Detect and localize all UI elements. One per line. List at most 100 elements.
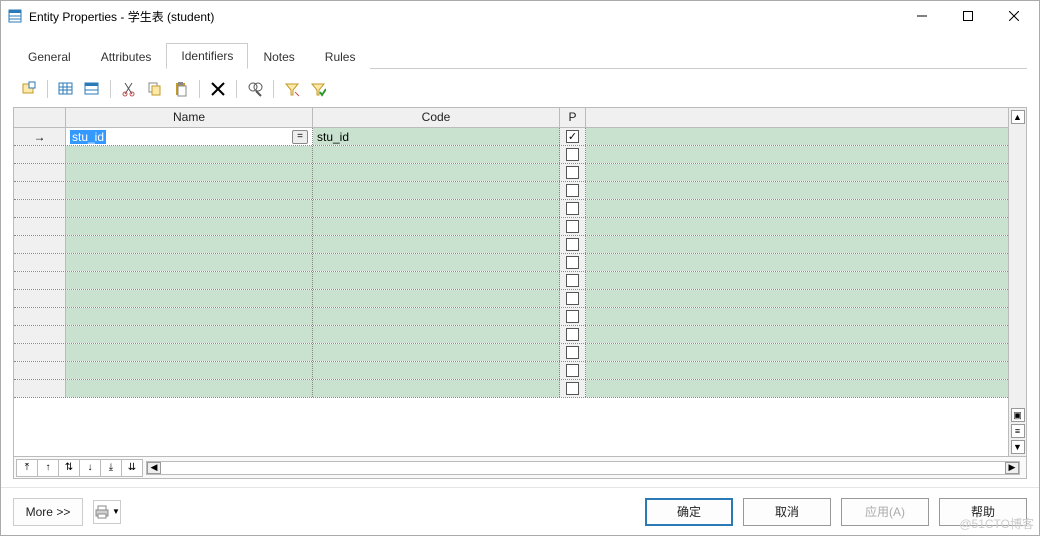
row-indicator[interactable] (14, 344, 66, 361)
cell-p[interactable] (560, 218, 586, 235)
tab-general[interactable]: General (13, 44, 86, 69)
cell-code[interactable] (313, 254, 560, 271)
row-indicator[interactable] (14, 200, 66, 217)
cell-name[interactable] (66, 200, 313, 217)
tab-identifiers[interactable]: Identifiers (166, 43, 248, 69)
table-row[interactable] (14, 200, 1008, 218)
nav-up-icon[interactable]: ↑ (37, 459, 59, 477)
cell-name[interactable] (66, 164, 313, 181)
primary-checkbox[interactable] (566, 292, 579, 305)
cell-code[interactable] (313, 236, 560, 253)
nav-swap-icon[interactable]: ⇅ (58, 459, 80, 477)
cell-p[interactable] (560, 290, 586, 307)
cell-name[interactable] (66, 182, 313, 199)
row-indicator[interactable] (14, 362, 66, 379)
scroll-down-icon[interactable]: ▼ (1011, 440, 1025, 454)
cell-name[interactable]: stu_id = (66, 128, 313, 145)
cell-name[interactable] (66, 362, 313, 379)
nav-last-icon[interactable]: ⤓ (100, 459, 122, 477)
cell-p[interactable] (560, 362, 586, 379)
row-indicator[interactable] (14, 128, 66, 145)
table-row[interactable] (14, 344, 1008, 362)
table-row[interactable] (14, 164, 1008, 182)
vertical-scrollbar[interactable]: ▲ ▣ ≡ ▼ (1008, 108, 1026, 456)
cancel-button[interactable]: 取消 (743, 498, 831, 526)
cell-code[interactable] (313, 218, 560, 235)
row-indicator[interactable] (14, 308, 66, 325)
primary-checkbox[interactable] (566, 256, 579, 269)
table-row[interactable] (14, 380, 1008, 398)
header-rownum[interactable] (14, 108, 66, 127)
grid-body[interactable]: stu_id = stu_id (14, 128, 1008, 456)
horizontal-scrollbar[interactable]: ◀ ▶ (146, 461, 1020, 475)
primary-checkbox[interactable] (566, 148, 579, 161)
cell-p[interactable] (560, 146, 586, 163)
help-button[interactable]: 帮助 (939, 498, 1027, 526)
cell-code[interactable] (313, 200, 560, 217)
row-indicator[interactable] (14, 218, 66, 235)
filter-apply-icon[interactable] (308, 79, 328, 99)
nav-end-icon[interactable]: ⇊ (121, 459, 143, 477)
tab-attributes[interactable]: Attributes (86, 44, 167, 69)
table-row[interactable] (14, 272, 1008, 290)
row-indicator[interactable] (14, 290, 66, 307)
filter-icon[interactable] (282, 79, 302, 99)
cell-name[interactable] (66, 290, 313, 307)
primary-checkbox[interactable] (566, 130, 579, 143)
find-icon[interactable] (245, 79, 265, 99)
cell-code[interactable]: stu_id (313, 128, 560, 145)
primary-checkbox[interactable] (566, 220, 579, 233)
primary-checkbox[interactable] (566, 166, 579, 179)
table-row[interactable] (14, 236, 1008, 254)
table-row[interactable] (14, 326, 1008, 344)
cell-code[interactable] (313, 146, 560, 163)
cell-code[interactable] (313, 182, 560, 199)
row-indicator[interactable] (14, 272, 66, 289)
more-button[interactable]: More >> (13, 498, 83, 526)
hscroll-left-icon[interactable]: ◀ (147, 462, 161, 474)
ok-button[interactable]: 确定 (645, 498, 733, 526)
cell-p[interactable] (560, 164, 586, 181)
maximize-button[interactable] (945, 1, 991, 31)
grid2-icon[interactable] (82, 79, 102, 99)
cell-p[interactable] (560, 272, 586, 289)
scroll-special-icon[interactable]: ≡ (1011, 424, 1025, 438)
cell-p[interactable] (560, 380, 586, 397)
cell-p[interactable] (560, 344, 586, 361)
cell-p[interactable] (560, 128, 586, 145)
properties-icon[interactable] (19, 79, 39, 99)
nav-down-icon[interactable]: ↓ (79, 459, 101, 477)
primary-checkbox[interactable] (566, 238, 579, 251)
row-indicator[interactable] (14, 236, 66, 253)
cell-code[interactable] (313, 290, 560, 307)
paste-icon[interactable] (171, 79, 191, 99)
cell-name[interactable] (66, 344, 313, 361)
row-indicator[interactable] (14, 182, 66, 199)
cell-name-text[interactable]: stu_id (70, 130, 106, 144)
row-indicator[interactable] (14, 164, 66, 181)
cell-p[interactable] (560, 236, 586, 253)
header-code[interactable]: Code (313, 108, 560, 127)
scroll-maximize-icon[interactable]: ▣ (1011, 408, 1025, 422)
close-button[interactable] (991, 1, 1037, 31)
grid-icon[interactable] (56, 79, 76, 99)
cut-icon[interactable] (119, 79, 139, 99)
nav-first-icon[interactable]: ⤒ (16, 459, 38, 477)
table-row[interactable] (14, 308, 1008, 326)
cell-code[interactable] (313, 344, 560, 361)
table-row[interactable] (14, 254, 1008, 272)
table-row[interactable] (14, 146, 1008, 164)
cell-name[interactable] (66, 380, 313, 397)
cell-code[interactable] (313, 326, 560, 343)
table-row[interactable] (14, 182, 1008, 200)
cell-name[interactable] (66, 218, 313, 235)
cell-code[interactable] (313, 380, 560, 397)
cell-code[interactable] (313, 362, 560, 379)
print-icon[interactable]: ▼ (93, 500, 121, 524)
apply-button[interactable]: 应用(A) (841, 498, 929, 526)
primary-checkbox[interactable] (566, 364, 579, 377)
copy-icon[interactable] (145, 79, 165, 99)
row-indicator[interactable] (14, 254, 66, 271)
scroll-up-icon[interactable]: ▲ (1011, 110, 1025, 124)
equal-button-icon[interactable]: = (292, 130, 308, 144)
